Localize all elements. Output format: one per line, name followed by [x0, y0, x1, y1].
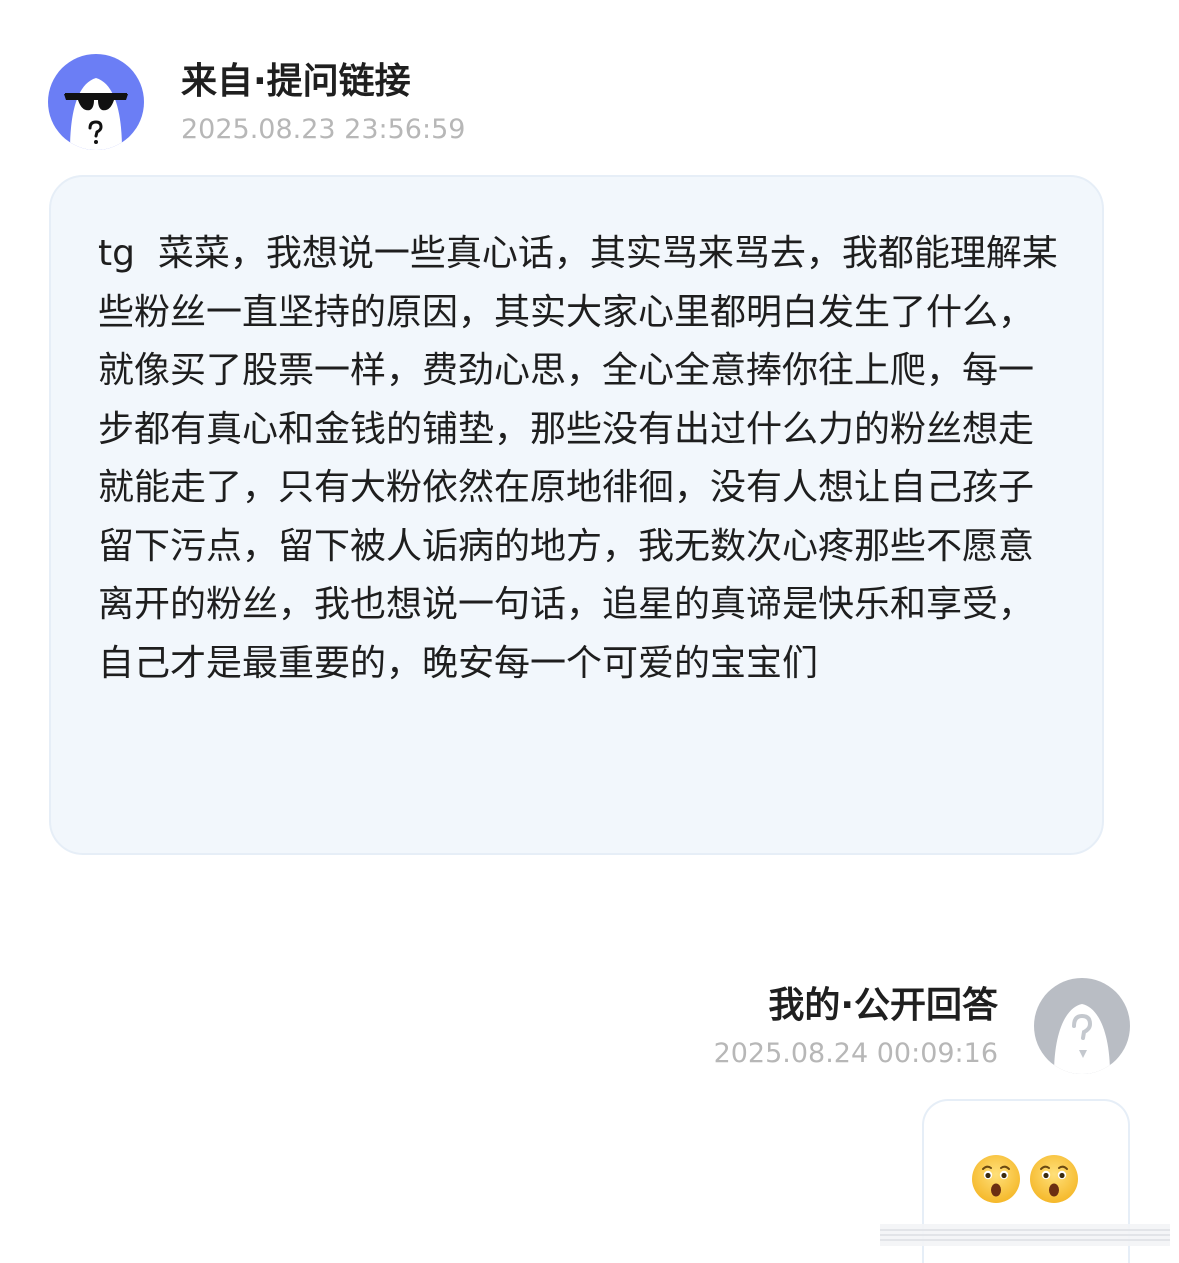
- answer-emoji-row: [970, 1153, 1080, 1205]
- question-bubble: tg 菜菜，我想说一些真心话，其实骂来骂去，我都能理解某些粉丝一直坚持的原因，其…: [49, 175, 1104, 855]
- answer-timestamp: 2025.08.24 00:09:16: [713, 1038, 998, 1069]
- astonished-face-icon: [1030, 1155, 1078, 1203]
- question-source-title: 来自·提问链接: [181, 61, 411, 102]
- anonymous-sunglasses-avatar-icon: [48, 54, 144, 150]
- astonished-face-icon: [972, 1155, 1020, 1203]
- question-timestamp: 2025.08.23 23:56:59: [181, 114, 466, 145]
- answer-title: 我的·公开回答: [768, 985, 998, 1026]
- question-text: tg 菜菜，我想说一些真心话，其实骂来骂去，我都能理解某些粉丝一直坚持的原因，其…: [98, 233, 1058, 684]
- anonymous-question-avatar-icon: [1034, 978, 1130, 1074]
- watermark-stripes: [880, 1224, 1170, 1246]
